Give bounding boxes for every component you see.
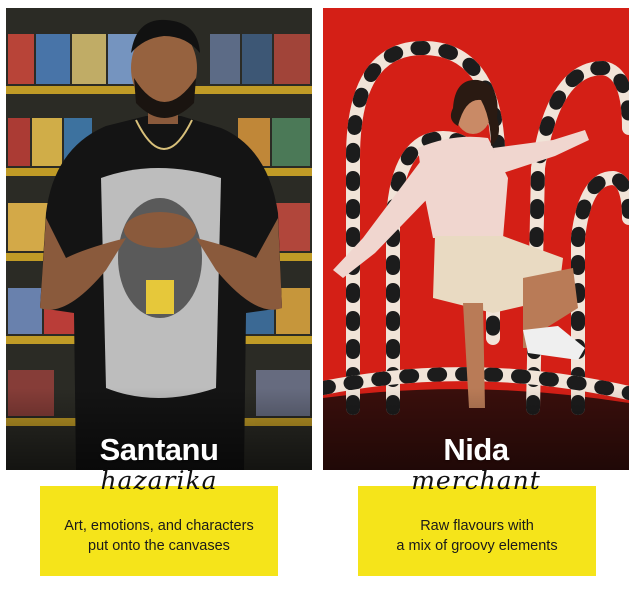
- artist-photo-nida: [323, 8, 629, 470]
- artist-last-name-script: merchant: [411, 466, 541, 495]
- tagline-line-2: put onto the canvases: [88, 538, 230, 554]
- artist-first-name: Nida: [443, 432, 509, 467]
- tagline-line-1: Raw flavours with: [420, 518, 534, 534]
- tagline-line-1: Art, emotions, and characters: [64, 518, 254, 534]
- tagline-box: Raw flavours with a mix of groovy elemen…: [358, 486, 596, 576]
- artist-last-name-script: hazarika: [100, 466, 218, 495]
- tagline-line-2: a mix of groovy elements: [396, 538, 558, 554]
- tagline-box: Art, emotions, and characters put onto t…: [40, 486, 278, 576]
- artist-first-name: Santanu: [99, 432, 219, 467]
- artist-photo-santanu: [6, 8, 312, 470]
- artist-card-santanu[interactable]: Santanu hazarika Art, emotions, and char…: [6, 0, 312, 593]
- artist-card-nida[interactable]: Nida merchant Raw flavours with a mix of…: [323, 0, 629, 593]
